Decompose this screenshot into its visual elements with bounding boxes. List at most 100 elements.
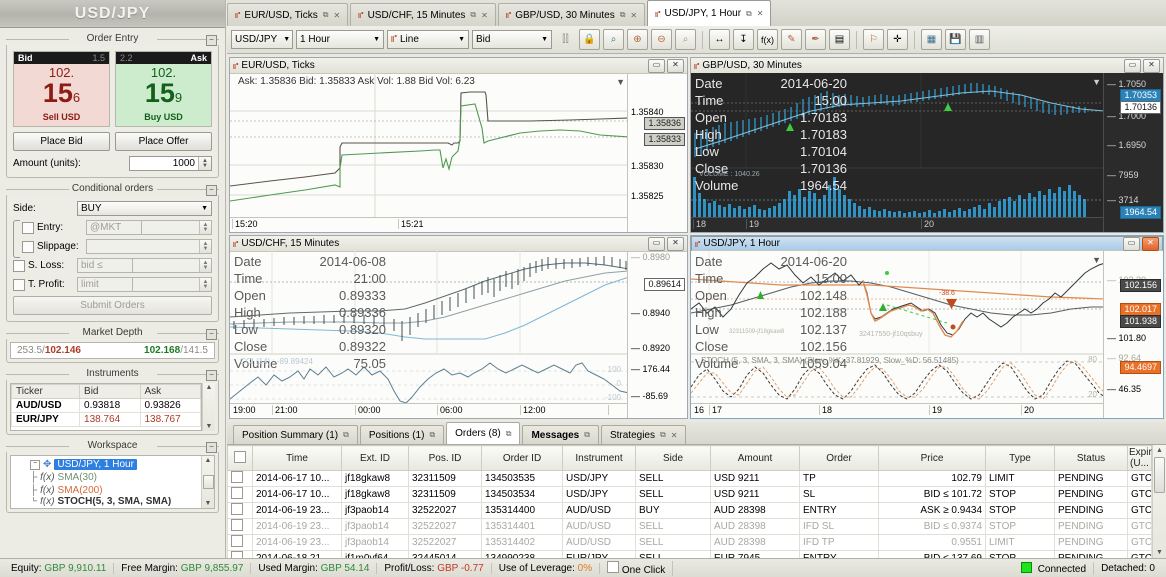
take-profit-input[interactable]: limit [77,277,133,292]
detach-icon[interactable]: ⧉ [620,10,626,20]
col-type[interactable]: Type [985,445,1055,471]
chart-plot-area[interactable]: Ask: 1.35836 Bid: 1.35833 Ask Vol: 1.88 … [230,73,627,218]
slippage-stepper[interactable]: ▲ ▼ [86,239,212,254]
col-expiration[interactable]: Expiration (U... [1127,445,1166,471]
chart-plot-area[interactable]: Date 2014-06-08 Time 21:00 Open 0.89333 Hig… [230,251,627,404]
bar-chart-icon[interactable]: ⫿⫿ [555,29,576,50]
instruments-collapse-icon[interactable]: − [206,370,217,381]
tab-usdjpy-1h[interactable]: ⑈ USD/JPY, 1 Hour ⧉ ✕ [647,0,772,26]
timeframe-select[interactable]: 1 Hour ▼ [296,30,384,49]
close-icon[interactable]: ✕ [1143,58,1160,73]
amount-spinner-arrows[interactable]: ▲ ▼ [198,157,211,170]
col-side[interactable]: Side [635,445,711,471]
amount-stepper[interactable]: ▲▼ [129,156,212,171]
minimize-icon[interactable]: ▭ [648,58,665,73]
detach-icon[interactable]: ⧉ [746,9,752,19]
workspace-tree[interactable]: − ✥ USD/JPY, 1 Hour ├ f(x) SMA(30) ├ f(x… [10,455,215,509]
chart-time-axis[interactable]: 15:20 15:21 [230,217,627,232]
detach-icon[interactable]: ⧉ [323,10,329,20]
chart-panel-usdjpy-1h[interactable]: ⑈ USD/JPY, 1 Hour ▭ ✕ -38.6 32311509-jf1… [690,235,1164,419]
table-row[interactable]: 2014-06-19 23... jf3paob14 32522027 1353… [227,534,1152,551]
row-checkbox-cell[interactable] [227,486,253,503]
close-icon[interactable]: ✕ [333,11,340,20]
stop-loss-stepper[interactable]: ▲ ▼ [133,258,212,273]
stop-loss-spinner-arrows[interactable]: ▲ ▼ [199,259,211,272]
scrollbar-thumb[interactable] [1154,457,1165,493]
table-row[interactable]: 2014-06-19 23... jf3paob14 32522027 1353… [227,502,1152,519]
close-icon[interactable]: ✕ [667,58,684,73]
detach-icon[interactable]: ⧉ [660,430,666,440]
chart-price-axis[interactable]: — 0.8980 — 0.8940 — 0.8920 — 176.44 — -8… [627,251,687,418]
scroll-up-icon[interactable]: ▲ [1153,445,1166,457]
zoom-in-icon[interactable]: ⊕ [627,29,648,50]
minimize-icon[interactable]: ▭ [1124,58,1141,73]
table-row[interactable]: 2014-06-17 10... jf18gkaw8 32311509 1345… [227,486,1152,503]
tab-orders[interactable]: Orders (8) ⧉ [446,422,521,444]
row-checkbox[interactable] [231,503,243,515]
tab-positions[interactable]: Positions (1) ⧉ [359,425,445,444]
entry-stepper[interactable]: ▲ ▼ [142,220,212,235]
table-row[interactable]: 2014-06-19 23... jf3paob14 32522027 1353… [227,518,1152,535]
layout-icon[interactable]: ▥ [969,29,990,50]
draw-tools-icon[interactable]: ✎ [781,29,802,50]
close-icon[interactable]: ✕ [1142,236,1159,251]
tab-strategies[interactable]: Strategies ⧉ ✕ [600,425,687,444]
amount-input[interactable] [130,157,198,170]
row-checkbox[interactable] [231,487,243,499]
lock-icon[interactable]: 🔒 [579,29,600,50]
instruments-scrollbar[interactable]: ▲ ▼ [202,383,215,431]
take-profit-checkbox[interactable] [13,278,25,291]
entry-spinner-arrows[interactable]: ▲ ▼ [199,221,211,234]
chart-time-axis[interactable]: 19:00 21:00 00:00 06:00 12:00 [230,403,627,418]
tree-expander-icon[interactable]: − [30,459,40,470]
detach-icon[interactable]: ⧉ [506,429,512,439]
order-entry-collapse-icon[interactable]: − [206,35,217,46]
take-profit-stepper[interactable]: ▲ ▼ [133,277,212,292]
tab-eurusd-ticks[interactable]: ⑈ EUR/USD, Ticks ⧉ ✕ [227,3,349,26]
zoom-reset-icon[interactable]: ⌕ [675,29,696,50]
workspace-scrollbar[interactable]: ▲ ▼ [201,456,214,508]
tab-messages[interactable]: Messages ⧉ [522,425,599,444]
close-icon[interactable]: ✕ [481,11,488,20]
col-order-id[interactable]: Order ID [481,445,563,471]
col-price[interactable]: Price [878,445,986,471]
workspace-node-chart[interactable]: − ✥ USD/JPY, 1 Hour [11,458,201,471]
indicator-icon[interactable]: f(x) [757,29,778,50]
chart-plot-area[interactable]: Date 2014-06-20 Time 15:00 Open 1.70183 Hig… [691,73,1103,218]
chart-panel-title-bar[interactable]: ⑈ GBP/USD, 30 Minutes ▭ ✕ [691,58,1163,74]
chart-price-axis[interactable]: — 102.30 — 101.80 — 92.64 — 46.35 102.15… [1103,251,1163,418]
row-checkbox-cell[interactable] [227,502,253,519]
detach-icon[interactable]: ⧉ [470,10,476,20]
chart-panel-eurusd-ticks[interactable]: ⑈ EUR/USD, Ticks ▭ ✕ Ask: 1.35836 Bid: 1… [229,57,688,244]
col-amount[interactable]: Amount [710,445,800,471]
bid-quote-tile[interactable]: Bid 1.5 102. 156 Sell USD [13,51,110,127]
entry-input[interactable]: @MKT [86,220,142,235]
detach-icon[interactable]: ⧉ [584,430,590,440]
select-all-checkbox[interactable] [234,450,246,463]
chart-panel-gbpusd-30m[interactable]: ⑈ GBP/USD, 30 Minutes ▭ ✕ Date 2014-06-2… [690,57,1164,233]
col-time[interactable]: Time [252,445,342,471]
col-order[interactable]: Order [799,445,879,471]
row-checkbox-cell[interactable] [227,470,253,487]
alerts-icon[interactable]: ⚐ [863,29,884,50]
take-profit-spinner-arrows[interactable]: ▲ ▼ [199,278,211,291]
orders-scrollbar[interactable]: ▲ ▼ [1152,445,1166,559]
annotate-icon[interactable]: ✒ [805,29,826,50]
zoom-out-icon[interactable]: ⊖ [651,29,672,50]
zoom-fit-icon[interactable]: ⌕ [603,29,624,50]
charttype-select[interactable]: ⑈ Line ▼ [387,30,469,49]
stop-loss-input[interactable]: bid ≤ [77,258,133,273]
vertical-scale-icon[interactable]: ↧ [733,29,754,50]
row-checkbox-cell[interactable] [227,534,253,551]
table-row[interactable]: 2014-06-17 10... jf18gkaw8 32311509 1345… [227,470,1152,487]
workspace-collapse-icon[interactable]: − [206,442,217,453]
chart-panel-title-bar[interactable]: ⑈ USD/JPY, 1 Hour ▭ ✕ [691,236,1163,251]
chart-price-axis[interactable]: 1.35840 1.35830 1.35825 1.35836 1.35833 [627,73,687,232]
slippage-checkbox[interactable] [22,240,34,253]
place-bid-button[interactable]: Place Bid [13,132,110,151]
instrument-row[interactable]: EUR/JPY 138.764 138.767 [10,412,201,427]
chart-time-axis[interactable]: 16 17 18 19 20 [691,403,1103,418]
orders-table-container[interactable]: Time Ext. ID Pos. ID Order ID Instrument… [227,444,1166,559]
instrument-row[interactable]: AUD/USD 0.93818 0.93826 [10,398,201,413]
col-ext-id[interactable]: Ext. ID [341,445,409,471]
